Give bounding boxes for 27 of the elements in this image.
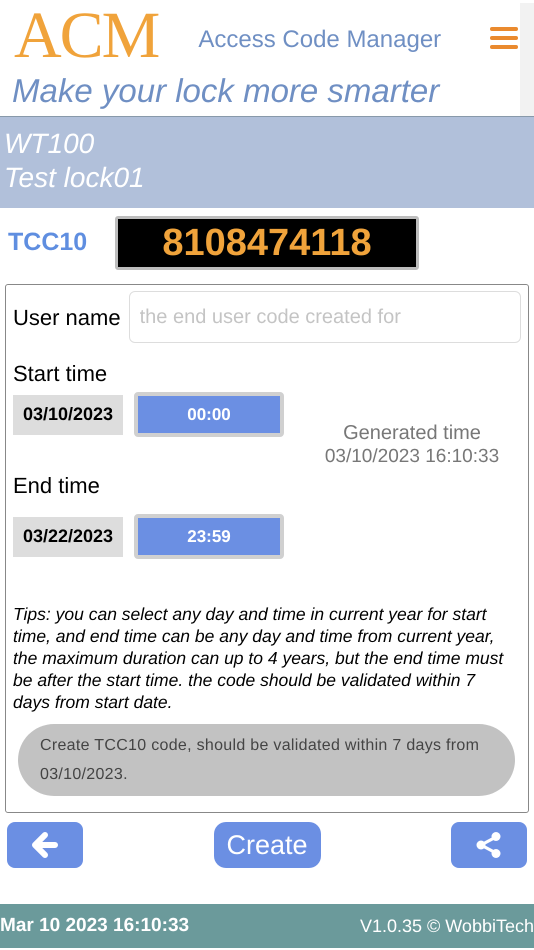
share-icon xyxy=(475,831,503,859)
field-label: Start time xyxy=(13,360,108,388)
time-button[interactable]: 23:59 xyxy=(134,514,284,559)
generated-time-label: Generated time xyxy=(343,421,481,445)
share-button[interactable] xyxy=(451,822,527,868)
time-button[interactable]: 00:00 xyxy=(134,392,284,437)
code-type-label: TCC10 xyxy=(8,227,88,258)
toast-message: Create TCC10 code, should be validated within 7 days from 03/10/2023. xyxy=(40,736,480,785)
tips-text: Tips: you can select any day and time in current year for start time, and end time can be any day and time from current year, the maximum duration can up to 4 years, but the end time must be after the start time. the code should be validated within 7 days from start date. xyxy=(13,603,505,713)
date-field[interactable]: 03/10/2023 xyxy=(13,394,123,434)
menu-icon[interactable] xyxy=(490,26,518,50)
logo-text: ACM xyxy=(14,3,158,69)
field-label: End time xyxy=(13,472,100,500)
generated-time-value: 03/10/2023 16:10:33 xyxy=(324,445,500,469)
lock-name: Test lock01 xyxy=(4,161,145,195)
date-field[interactable]: 03/22/2023 xyxy=(13,516,123,556)
back-button[interactable] xyxy=(7,822,83,868)
app-title: Access Code Manager xyxy=(198,25,442,55)
version-text: V1.0.35 © WobbiTech xyxy=(360,914,534,938)
lock-model: WT100 xyxy=(4,127,94,161)
status-datetime: Mar 10 2023 16:10:33 xyxy=(0,914,190,938)
access-code-display: 8108474118 xyxy=(115,216,419,270)
field-label: User name xyxy=(13,304,121,332)
create-button[interactable]: Create xyxy=(214,822,320,868)
tagline: Make your lock more smarter xyxy=(12,72,442,110)
user-name-field[interactable]: the end user code created for xyxy=(128,291,521,343)
arrow-left-icon xyxy=(32,832,58,858)
